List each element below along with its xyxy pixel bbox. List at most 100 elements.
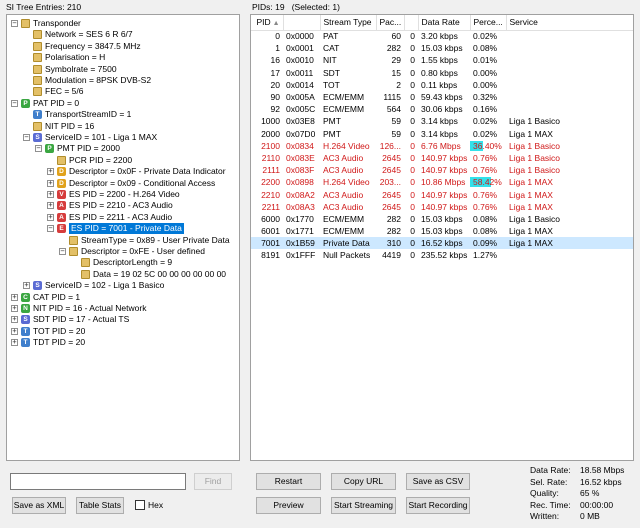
column-header[interactable]: Data Rate [418, 15, 471, 31]
tree-node[interactable]: Polarisation = H [23, 52, 105, 63]
expand-icon[interactable]: + [47, 213, 54, 221]
folder-icon [33, 41, 42, 51]
copy-url-button[interactable]: Copy URL [331, 473, 396, 490]
column-header[interactable]: Perce... [470, 15, 507, 31]
tree-node[interactable]: DescriptorLength = 9 [71, 257, 172, 268]
cell-service: Liga 1 Basico [509, 213, 561, 224]
collapse-icon[interactable]: − [23, 134, 30, 141]
column-header[interactable]: Stream Type [320, 15, 377, 31]
tree-node[interactable]: + D Descriptor = 0x0F - Private Data Indic… [47, 166, 226, 177]
hex-checkbox[interactable] [135, 500, 145, 510]
percent-value: 0.00% [473, 79, 498, 90]
table-row[interactable]: 16 0x0010 NIT 29 0 1.55 kbps 0.01% [251, 54, 633, 66]
table-row[interactable]: 7001 0x1B59 Private Data 310 0 16.52 kbps 0.09… [251, 237, 633, 250]
start-streaming-button[interactable]: Start Streaming [331, 497, 396, 514]
table-row[interactable]: 0 0x0000 PAT 60 0 3.20 kbps 0.02% [251, 30, 633, 42]
table-row[interactable]: 17 0x0011 SDT 15 0 0.80 kbps 0.00% [251, 67, 633, 79]
tree-node[interactable]: StreamType = 0x89 - User Private Data [59, 235, 230, 246]
cell-service: Liga 1 MAX [509, 177, 553, 188]
table-row[interactable]: 2211 0x08A3 AC3 Audio 2645 0 140.97 kbps 0.76%… [251, 201, 633, 213]
table-row[interactable]: 2000 0x07D0 PMT 59 0 3.14 kbps 0.02% Liga 1 MAX [251, 128, 633, 140]
tree-node[interactable]: − S ServiceID = 101 - Liga 1 MAX [23, 132, 157, 143]
expand-icon[interactable]: + [47, 179, 54, 187]
collapse-icon[interactable]: − [35, 145, 42, 153]
table-row[interactable]: 2210 0x08A2 AC3 Audio 2645 0 140.97 kbps 0.76%… [251, 188, 633, 200]
tree-node[interactable]: FEC = 5/6 [23, 86, 84, 97]
si-tree[interactable]: − Transponder Network = SES 6 R 6/7 Frequen… [6, 14, 240, 461]
expand-icon[interactable]: + [47, 168, 54, 176]
cell-type: TOT [323, 79, 340, 90]
tree-node[interactable]: Data = 19 02 5C 00 00 00 00 00 00 [71, 269, 226, 280]
collapse-icon[interactable]: − [47, 225, 54, 233]
tree-node[interactable]: NIT PID = 16 [23, 121, 94, 132]
percent-cell: 0.08% [470, 42, 506, 54]
tree-node[interactable]: − Descriptor = 0xFE - User defined [59, 246, 205, 257]
table-row[interactable]: 8191 0x1FFF Null Packets 4419 0 235.52 kbps 1.… [251, 249, 633, 261]
tree-node[interactable]: + T TOT PID = 20 [11, 326, 85, 337]
tree-node[interactable]: + N NIT PID = 16 - Actual Network [11, 303, 146, 314]
tree-node[interactable]: Frequency = 3847.5 MHz [23, 41, 141, 52]
cell-pid: 2211 [261, 201, 280, 212]
column-header[interactable]: Service [506, 15, 633, 31]
expand-icon[interactable]: + [11, 305, 18, 312]
tree-node[interactable]: + A ES PID = 2210 - AC3 Audio [47, 200, 173, 211]
expand-icon[interactable]: + [11, 327, 18, 335]
tree-node[interactable]: + S SDT PID = 17 - Actual TS [11, 314, 129, 325]
collapse-icon[interactable]: − [11, 99, 18, 107]
collapse-icon[interactable]: − [11, 20, 18, 27]
preview-button[interactable]: Preview [256, 497, 321, 514]
tree-node[interactable]: + T TDT PID = 20 [11, 337, 85, 348]
tree-node[interactable]: − Transponder [11, 18, 81, 29]
tree-node[interactable]: + D Descriptor = 0x09 - Conditional Access [47, 178, 215, 189]
column-header[interactable] [404, 15, 419, 31]
cell-pid: 7001 [251, 237, 283, 250]
pid-table[interactable]: PID ▲ Stream Type Pac... Data Rate Perce... S… [250, 14, 634, 461]
table-row[interactable]: 6001 0x1771 ECM/EMM 282 0 15.03 kbps 0.08% Liga… [251, 225, 633, 237]
expand-icon[interactable]: + [11, 316, 18, 324]
table-stats-button[interactable]: Table Stats [76, 497, 124, 514]
tree-node[interactable]: − P PAT PID = 0 [11, 98, 79, 109]
column-header[interactable] [283, 15, 321, 31]
tree-node[interactable]: + A ES PID = 2211 - AC3 Audio [47, 212, 172, 223]
node-type-a-icon: A [57, 201, 66, 211]
cell-pac: 310 [376, 237, 404, 250]
collapse-icon[interactable]: − [59, 248, 66, 255]
start-recording-button[interactable]: Start Recording [406, 497, 470, 514]
table-row[interactable]: 90 0x005A ECM/EMM 1115 0 59.43 kbps 0.32% [251, 91, 633, 103]
tree-node[interactable]: + S ServiceID = 102 - Liga 1 Basico [23, 280, 164, 291]
tree-node[interactable]: − P PMT PID = 2000 [35, 143, 120, 154]
column-header[interactable]: PID ▲ [251, 15, 284, 31]
restart-button[interactable]: Restart [256, 473, 321, 490]
table-row[interactable]: 2200 0x0898 H.264 Video 203... 0 10.86 Mbps 58… [251, 176, 633, 188]
table-row[interactable]: 2111 0x083F AC3 Audio 2645 0 140.97 kbps 0.76%… [251, 164, 633, 176]
cell-type: AC3 Audio [323, 152, 364, 163]
table-row[interactable]: 1000 0x03E8 PMT 59 0 3.14 kbps 0.02% Liga 1 Bas… [251, 115, 633, 127]
find-button[interactable]: Find [194, 473, 232, 490]
save-as-csv-button[interactable]: Save as CSV [406, 473, 470, 490]
table-row[interactable]: 20 0x0014 TOT 2 0 0.11 kbps 0.00% [251, 79, 633, 91]
expand-icon[interactable]: + [23, 282, 30, 290]
expand-icon[interactable]: + [47, 202, 54, 210]
expand-icon[interactable]: + [47, 191, 54, 198]
save-as-xml-button[interactable]: Save as XML [12, 497, 66, 514]
stat-value: 00:00:00 [580, 499, 614, 510]
tree-node[interactable]: − E ES PID = 7001 - Private Data [47, 223, 184, 235]
table-row[interactable]: 1 0x0001 CAT 282 0 15.03 kbps 0.08% [251, 42, 633, 54]
tree-node[interactable]: T TransportStreamID = 1 [23, 109, 131, 120]
table-row[interactable]: 6000 0x1770 ECM/EMM 282 0 15.03 kbps 0.08% Liga… [251, 213, 633, 225]
tree-node[interactable]: Symbolrate = 7500 [23, 64, 117, 75]
table-row[interactable]: 2100 0x0834 H.264 Video 126... 0 6.76 Mbps 36.… [251, 140, 633, 152]
column-header[interactable]: Pac... [376, 15, 405, 31]
tree-node[interactable]: + V ES PID = 2200 - H.264 Video [47, 189, 180, 200]
search-input[interactable] [10, 473, 186, 490]
tree-node[interactable]: Modulation = 8PSK DVB-S2 [23, 75, 151, 86]
tree-node[interactable]: Network = SES 6 R 6/7 [23, 29, 133, 40]
tree-node-label: FEC = 5/6 [45, 86, 84, 97]
table-row[interactable]: 92 0x005C ECM/EMM 564 0 30.06 kbps 0.16% [251, 103, 633, 115]
cell-pac: 1115 [383, 92, 401, 103]
table-row[interactable]: 2110 0x083E AC3 Audio 2645 0 140.97 kbps 0.76%… [251, 152, 633, 164]
expand-icon[interactable]: + [11, 339, 18, 347]
expand-icon[interactable]: + [11, 293, 18, 301]
tree-node[interactable]: + C CAT PID = 1 [11, 292, 80, 303]
tree-node[interactable]: PCR PID = 2200 [47, 155, 132, 166]
